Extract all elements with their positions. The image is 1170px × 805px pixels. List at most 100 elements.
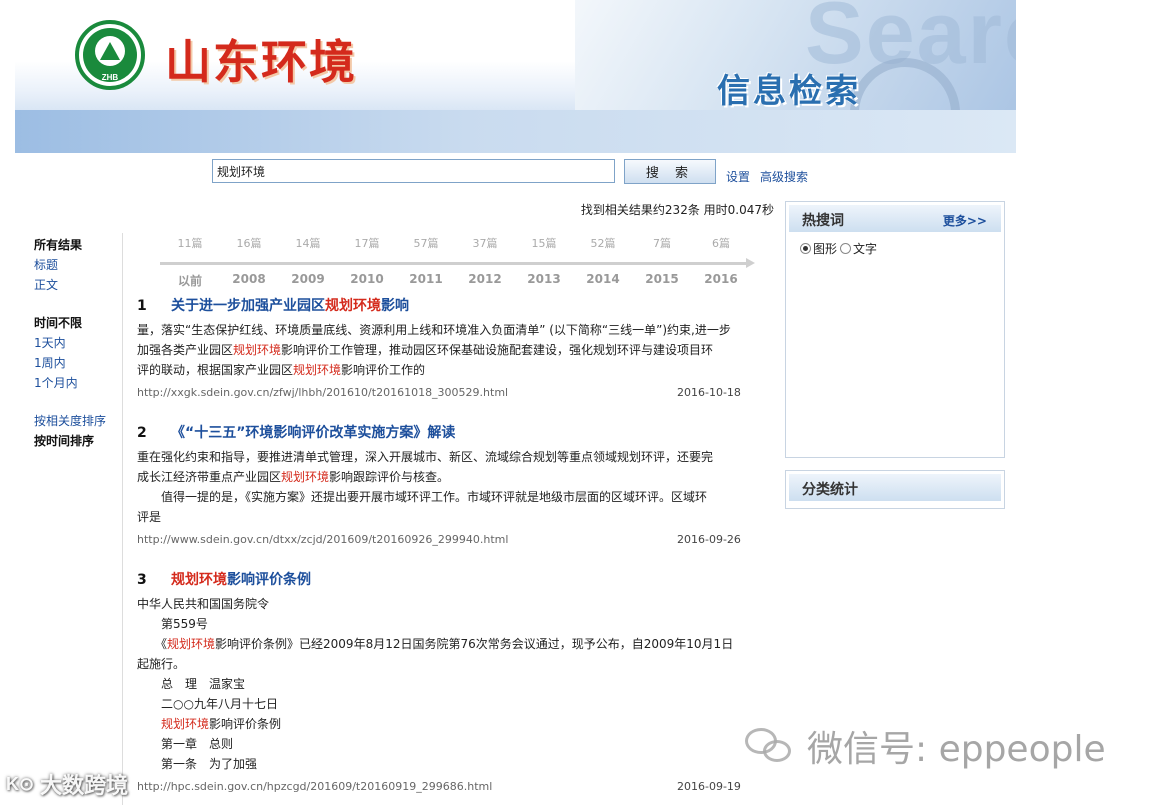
- snippet-text: [137, 717, 161, 731]
- snippet-text: 影响评价条例: [209, 717, 282, 731]
- zhb-logo[interactable]: ZHB: [75, 20, 145, 90]
- timeline-year[interactable]: 2012: [455, 272, 515, 286]
- search-button[interactable]: 搜 索: [624, 159, 716, 184]
- snippet-line: 值得一提的是，《实施方案》还提出要开展市域环评工作。市域环评就是地级市层面的区域…: [137, 487, 777, 507]
- timeline-count[interactable]: 6篇: [691, 235, 751, 251]
- sort-by-relevance[interactable]: 按相关度排序: [34, 411, 124, 431]
- site-banner: Searc ZHB 山东环境 信息检索: [15, 0, 1016, 153]
- snippet-line: 第559号: [137, 614, 777, 634]
- snippet-text: 评的联动，根据国家产业园区: [137, 363, 294, 377]
- source-name: 大数跨境: [40, 774, 129, 799]
- snippet-text: 影响评价工作的: [341, 363, 426, 377]
- wechat-watermark: 微信号: eppeople: [745, 720, 1106, 772]
- timeline-year[interactable]: 2008: [219, 272, 279, 286]
- snippet-highlight: 规划环境: [167, 637, 216, 651]
- snippet-text: 总 理 温家宝: [137, 677, 246, 691]
- search-input[interactable]: [212, 159, 615, 183]
- panel-header: 热搜词 更多>>: [789, 205, 1001, 232]
- title-highlight[interactable]: 规划环境: [325, 298, 381, 314]
- result-url[interactable]: http://www.sdein.gov.cn/dtxx/zcjd/201609…: [137, 533, 508, 546]
- timeline-year[interactable]: 2010: [337, 272, 397, 286]
- result-url[interactable]: http://hpc.sdein.gov.cn/hpzcgd/201609/t2…: [137, 780, 492, 793]
- filter-any-time[interactable]: 时间不限: [34, 313, 124, 333]
- filter-title[interactable]: 标题: [34, 255, 124, 275]
- snippet-text: 起施行。: [137, 657, 186, 671]
- snippet-text: 影响评价条例》已经2009年8月12日国务院第76次常务会议通过，现予公布，自2…: [215, 637, 734, 651]
- result-title[interactable]: 3 规划环境影响评价条例: [137, 570, 777, 590]
- snippet-line: 第一条 为了加强: [137, 754, 777, 774]
- source-logo-icon: K⊙: [6, 773, 35, 794]
- timeline-count[interactable]: 57篇: [396, 235, 456, 251]
- snippet-text: 值得一提的是，《实施方案》还提出要开展市域环评工作。市域环评就是地级市层面的区域…: [137, 490, 708, 504]
- snippet-highlight: 规划环境: [161, 717, 210, 731]
- timeline-count[interactable]: 52篇: [573, 235, 633, 251]
- result-item: 3 规划环境影响评价条例 中华人民共和国国务院令 第559号 《规划环境影响评价条…: [137, 570, 777, 796]
- result-item: 2 《“十三五”环境影响评价改革实施方案》解读 重在强化约束和指导，要推进清单式管…: [137, 423, 777, 570]
- result-title[interactable]: 1 关于进一步加强产业园区规划环境影响: [137, 296, 777, 316]
- filter-1-month[interactable]: 1个月内: [34, 373, 124, 393]
- timeline-year[interactable]: 以前: [160, 272, 220, 289]
- snippet-line: 量，落实“生态保护红线、环境质量底线、资源利用上线和环境准入负面清单” (以下简…: [137, 320, 777, 340]
- radio-text[interactable]: [840, 243, 852, 254]
- hot-searches-panel: 热搜词 更多>> 图形 文字: [785, 201, 1005, 458]
- category-stats-panel: 分类统计: [785, 470, 1005, 509]
- snippet-line: 评的联动，根据国家产业园区规划环境影响评价工作的: [137, 360, 777, 380]
- timeline-year[interactable]: 2016: [691, 272, 751, 286]
- filter-1-day[interactable]: 1天内: [34, 333, 124, 353]
- panel-title[interactable]: 分类统计: [802, 479, 858, 499]
- timeline-count[interactable]: 17篇: [337, 235, 397, 251]
- more-link[interactable]: 更多>>: [943, 212, 987, 229]
- snippet-line: 第一章 总则: [137, 734, 777, 754]
- title-text[interactable]: 影响评价条例: [227, 572, 311, 588]
- snippet-line: 规划环境影响评价条例: [137, 714, 777, 734]
- result-snippet: 重在强化约束和指导，要推进清单式管理，深入开展城市、新区、流域综合规划等重点领域…: [137, 447, 777, 527]
- snippet-line: 评是: [137, 507, 777, 527]
- timeline-year[interactable]: 2009: [278, 272, 338, 286]
- radio-graphic[interactable]: [800, 243, 811, 254]
- filter-1-week[interactable]: 1周内: [34, 353, 124, 373]
- timeline-count[interactable]: 14篇: [278, 235, 338, 251]
- timeline-count[interactable]: 16篇: [219, 235, 279, 251]
- snippet-text: 成长江经济带重点产业园区: [137, 470, 282, 484]
- title-text[interactable]: 影响: [381, 298, 409, 314]
- sort-by-time[interactable]: 按时间排序: [34, 431, 124, 451]
- logo-text: ZHB: [101, 73, 119, 82]
- timeline-year[interactable]: 2014: [573, 272, 633, 286]
- timeline-year[interactable]: 2015: [632, 272, 692, 286]
- result-date: 2016-10-18: [677, 386, 741, 399]
- result-snippet: 量，落实“生态保护红线、环境质量底线、资源利用上线和环境准入负面清单” (以下简…: [137, 320, 777, 380]
- timeline-arrow-icon: [746, 258, 755, 268]
- title-text[interactable]: 关于进一步加强产业园区: [171, 298, 325, 314]
- timeline-year[interactable]: 2013: [514, 272, 574, 286]
- radio-graphic-label[interactable]: 图形: [813, 240, 837, 257]
- result-url[interactable]: http://xxgk.sdein.gov.cn/zfwj/lhbh/20161…: [137, 386, 508, 399]
- filter-all-results[interactable]: 所有结果: [34, 235, 124, 255]
- snippet-text: 《: [137, 637, 168, 651]
- snippet-text: 中华人民共和国国务院令: [137, 597, 270, 611]
- result-title[interactable]: 2 《“十三五”环境影响评价改革实施方案》解读: [137, 423, 777, 443]
- timeline-count[interactable]: 15篇: [514, 235, 574, 251]
- filter-body[interactable]: 正文: [34, 275, 124, 295]
- timeline-count[interactable]: 11篇: [160, 235, 220, 251]
- snippet-line: 重在强化约束和指导，要推进清单式管理，深入开展城市、新区、流域综合规划等重点领域…: [137, 447, 777, 467]
- title-text[interactable]: 《“十三五”环境影响评价改革实施方案》解读: [171, 425, 455, 441]
- snippet-text: 第一章 总则: [137, 737, 234, 751]
- timeline-year[interactable]: 2011: [396, 272, 456, 286]
- timeline-count[interactable]: 37篇: [455, 235, 515, 251]
- view-mode-options: 图形 文字: [800, 240, 877, 257]
- result-number: 1: [137, 298, 147, 314]
- snippet-line: 成长江经济带重点产业园区规划环境影响跟踪评价与核查。: [137, 467, 777, 487]
- results-list: 1 关于进一步加强产业园区规划环境影响 量，落实“生态保护红线、环境质量底线、资源…: [137, 296, 777, 796]
- snippet-line: 起施行。: [137, 654, 777, 674]
- snippet-line: 二○○九年八月十七日: [137, 694, 777, 714]
- radio-text-label[interactable]: 文字: [853, 240, 877, 257]
- result-date: 2016-09-19: [677, 780, 741, 793]
- snippet-text: 二○○九年八月十七日: [137, 697, 278, 711]
- timeline-count[interactable]: 7篇: [632, 235, 692, 251]
- title-highlight[interactable]: 规划环境: [171, 572, 227, 588]
- site-title[interactable]: 山东环境: [165, 26, 357, 92]
- advanced-search-link[interactable]: 高级搜索: [760, 168, 808, 185]
- timeline-axis: [160, 262, 750, 265]
- section-title: 信息检索: [717, 71, 861, 110]
- settings-link[interactable]: 设置: [726, 168, 750, 185]
